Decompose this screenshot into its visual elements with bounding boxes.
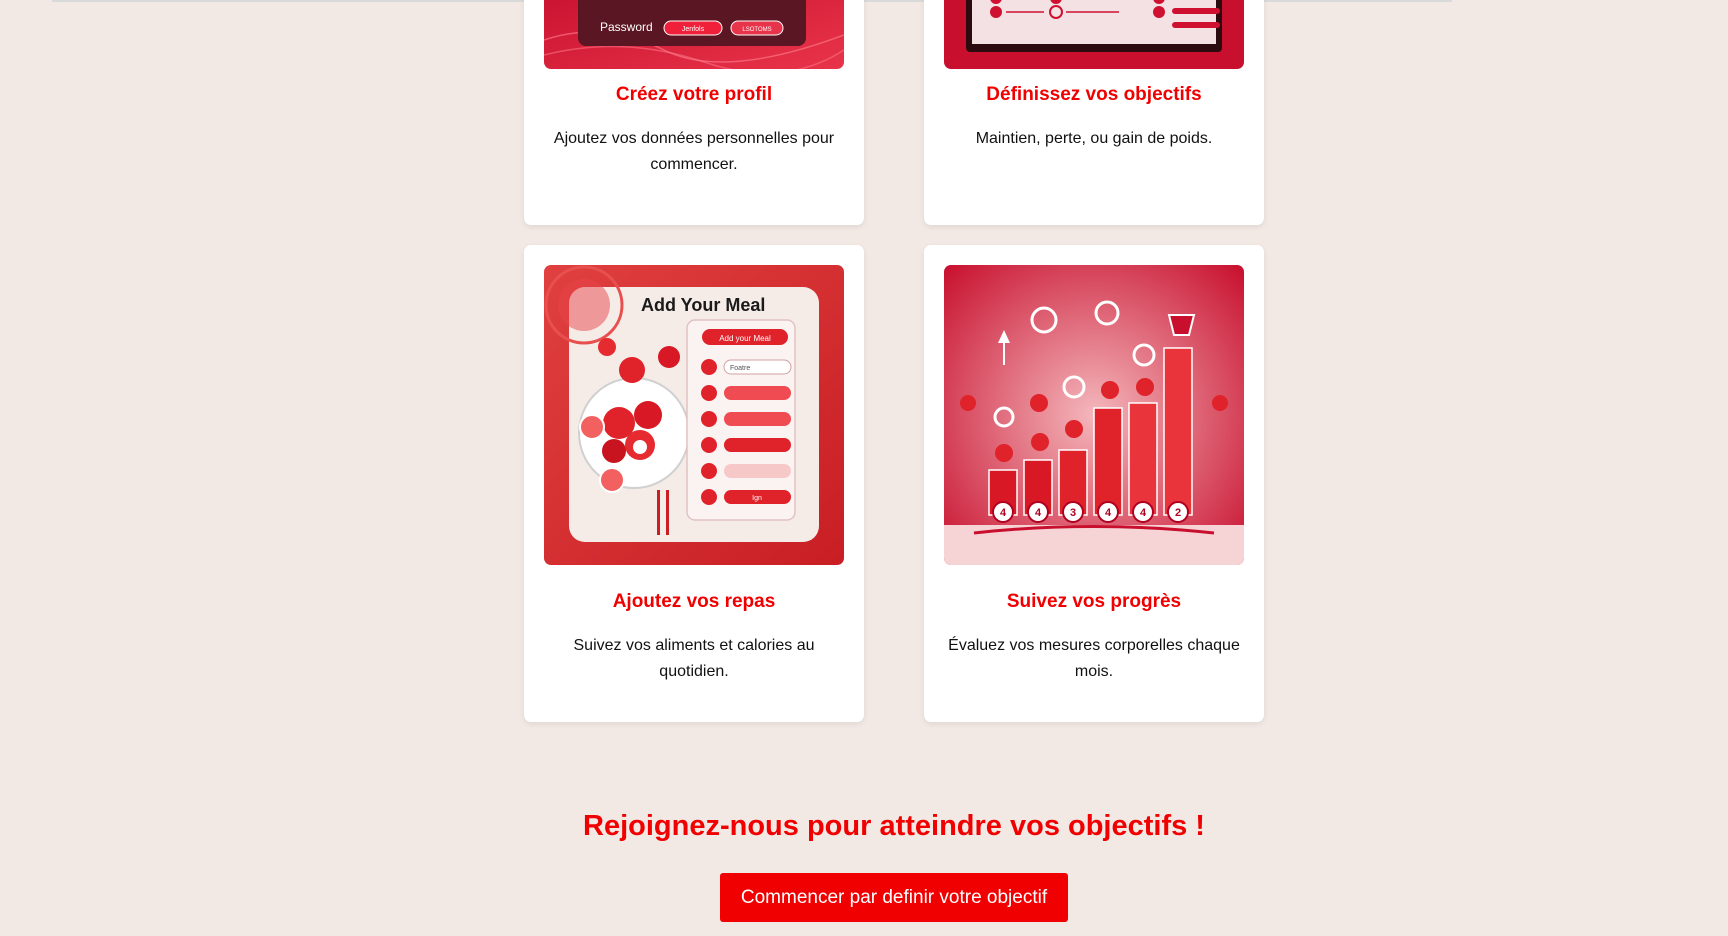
add-meal-heading: Add Your Meal: [641, 295, 765, 315]
badge-number: 4: [1105, 507, 1112, 519]
login-button-label: Jenfols: [682, 26, 705, 33]
cta-title: Rejoignez-nous pour atteindre vos object…: [583, 810, 1205, 842]
step-title: Créez votre profil: [615, 84, 773, 105]
step-description: Suivez vos aliments et calories au quoti…: [573, 637, 815, 680]
add-meal-illustration-icon: Add Your Meal Add your Meal Foatre Ign: [544, 265, 844, 565]
step-description: Ajoutez vos données personnelles pour co…: [553, 130, 835, 173]
step-title: Ajoutez vos repas: [612, 591, 776, 612]
step-card-progress: 4 4 3 4 4 2 Suivez vos progrès Évaluez v…: [924, 245, 1264, 722]
password-label: Password: [600, 20, 653, 34]
add-meal-panel-title: Add your Meal: [719, 334, 771, 343]
start-goal-button[interactable]: Commencer par definir votre objectif: [720, 873, 1068, 922]
step-description: Évaluez vos mesures corporelles chaque m…: [948, 637, 1240, 680]
submit-button-label: Ign: [752, 495, 762, 502]
goals-checklist-illustration-icon: [944, 0, 1244, 69]
step-card-meals: Add Your Meal Add your Meal Foatre Ign A…: [524, 245, 864, 722]
page: Password Jenfols LSOTOMS Créez votre pro…: [0, 0, 1728, 936]
progress-chart-illustration-icon: 4 4 3 4 4 2: [944, 265, 1244, 565]
signup-button-label: LSOTOMS: [742, 27, 771, 33]
step-card-goals: Définissez vos objectifs Maintien, perte…: [924, 0, 1264, 225]
step-title: Suivez vos progrès: [1006, 591, 1182, 612]
badge-number: 2: [1175, 507, 1181, 519]
badge-number: 4: [1140, 507, 1147, 519]
step-description: Maintien, perte, ou gain de poids.: [975, 130, 1213, 147]
profile-login-illustration-icon: Password Jenfols LSOTOMS: [544, 0, 844, 69]
badge-number: 3: [1070, 507, 1076, 519]
step-title: Définissez vos objectifs: [986, 84, 1202, 105]
badge-number: 4: [1035, 507, 1042, 519]
step-card-profile: Password Jenfols LSOTOMS Créez votre pro…: [524, 0, 864, 225]
badge-number: 4: [1000, 507, 1007, 519]
food-field-placeholder: Foatre: [730, 365, 750, 372]
